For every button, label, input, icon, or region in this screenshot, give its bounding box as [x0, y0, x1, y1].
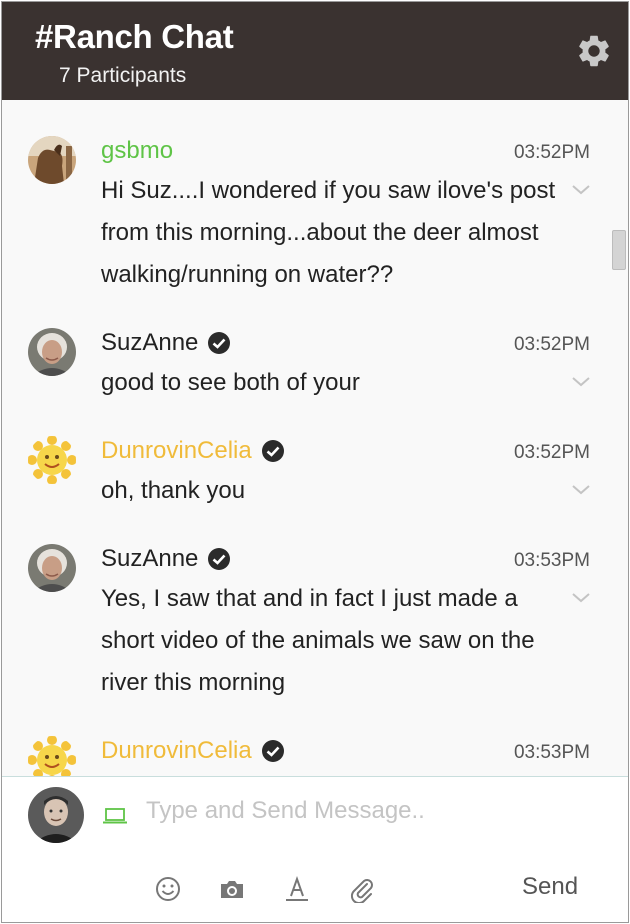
message-time: 03:52PM — [513, 142, 590, 163]
sender-name[interactable]: DunrovinCelia — [101, 737, 252, 765]
emoji-icon[interactable] — [154, 875, 182, 903]
sun-avatar[interactable] — [28, 736, 76, 776]
message-time: 03:52PM — [513, 442, 590, 463]
verified-badge-icon — [261, 740, 284, 762]
verified-badge-icon — [208, 332, 231, 354]
message-text: Yes, I saw that and in fact I just made … — [101, 585, 535, 696]
message-composer: Send — [2, 776, 628, 922]
message-time: 03:53PM — [513, 550, 590, 571]
message-item: SuzAnne 03:52PM good to see both of your — [2, 328, 612, 418]
woman-photo-avatar[interactable] — [28, 544, 76, 592]
participants-count[interactable]: 7 Participants — [59, 64, 186, 88]
chevron-down-icon[interactable] — [570, 591, 592, 605]
sender-name[interactable]: SuzAnne — [101, 329, 198, 357]
user-avatar[interactable] — [28, 787, 84, 843]
scrollbar-thumb[interactable] — [612, 230, 626, 270]
message-list[interactable]: gsbmo 03:52PM Hi Suz....I wondered if yo… — [2, 100, 628, 776]
horse-photo-avatar[interactable] — [28, 136, 76, 184]
woman-photo-avatar[interactable] — [28, 328, 76, 376]
message-item: SuzAnne 03:53PM Yes, I saw that and in f… — [2, 544, 612, 714]
camera-icon[interactable] — [218, 875, 246, 903]
sender-name[interactable]: gsbmo — [101, 137, 173, 165]
message-text: Hi Suz....I wondered if you saw ilove's … — [101, 177, 556, 288]
verified-badge-icon — [261, 440, 284, 462]
text-format-icon[interactable] — [283, 875, 311, 903]
attachment-icon[interactable] — [347, 875, 375, 903]
chat-window: #Ranch Chat 7 Participants gsbmo 03:52PM… — [1, 1, 629, 923]
chevron-down-icon[interactable] — [570, 375, 592, 389]
laptop-icon — [103, 808, 127, 824]
message-input[interactable] — [146, 791, 586, 831]
chat-header: #Ranch Chat 7 Participants — [2, 2, 628, 100]
sender-name[interactable]: DunrovinCelia — [101, 437, 252, 465]
message-item: DunrovinCelia 03:52PM oh, thank you — [2, 436, 612, 526]
verified-badge-icon — [208, 548, 231, 570]
chevron-down-icon[interactable] — [570, 183, 592, 197]
message-item: DunrovinCelia 03:53PM — [2, 736, 612, 776]
send-button[interactable]: Send — [522, 873, 578, 901]
sender-name[interactable]: SuzAnne — [101, 545, 198, 573]
message-text: good to see both of your — [101, 369, 360, 396]
sun-avatar[interactable] — [28, 436, 76, 484]
message-text: oh, thank you — [101, 477, 246, 504]
message-time: 03:52PM — [513, 334, 590, 355]
channel-title: #Ranch Chat — [35, 18, 234, 55]
gear-icon[interactable] — [575, 32, 613, 70]
chevron-down-icon[interactable] — [570, 483, 592, 497]
message-time: 03:53PM — [513, 742, 590, 763]
message-item: gsbmo 03:52PM Hi Suz....I wondered if yo… — [2, 136, 612, 306]
